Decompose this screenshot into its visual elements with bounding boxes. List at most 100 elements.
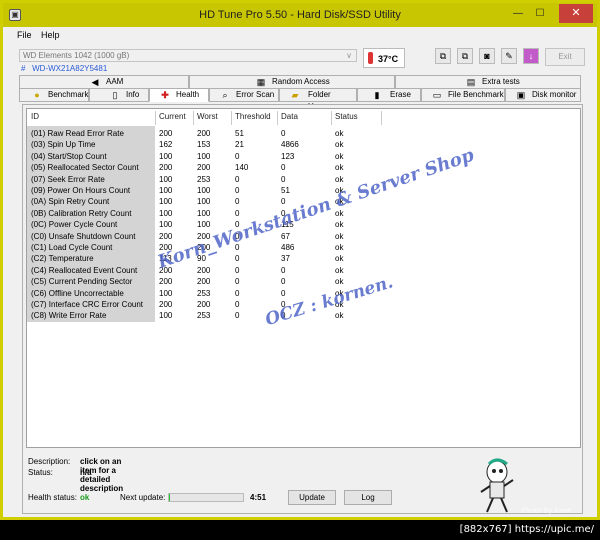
tab-random-access[interactable]: ▦ Random Access bbox=[189, 75, 395, 89]
tab-benchmark[interactable]: ● Benchmark bbox=[19, 88, 89, 102]
tab-extra-tests[interactable]: ▤ Extra tests bbox=[395, 75, 581, 89]
tab-folder-usage[interactable]: ▰ Folder Usage bbox=[279, 88, 357, 111]
tab-info[interactable]: ▯ Info bbox=[89, 88, 149, 102]
temperature-display: 37°C bbox=[363, 48, 405, 68]
tab-health[interactable]: ✚ Health bbox=[149, 88, 209, 102]
table-row[interactable]: (04) Start/Stop Count 100 100 0 123 ok bbox=[27, 151, 582, 162]
exit-button[interactable]: Exit bbox=[545, 48, 585, 66]
threshold-value: 0 bbox=[235, 288, 240, 298]
current-value: 100 bbox=[159, 208, 173, 218]
data-value: 51 bbox=[281, 186, 290, 195]
tab-disk-monitor[interactable]: ▣ Disk monitor bbox=[505, 88, 581, 102]
attribute-id: (07) Seek Error Rate bbox=[31, 174, 105, 184]
description-label: Description: bbox=[28, 457, 71, 466]
threshold-value: 140 bbox=[235, 163, 249, 173]
status-value: ok bbox=[335, 163, 344, 173]
table-row[interactable]: (09) Power On Hours Count 100 100 0 51 ok bbox=[27, 185, 582, 196]
column-header-current[interactable]: Current bbox=[159, 112, 186, 126]
drive-select[interactable]: WD Elements 1042 (1000 gB) ∨ bbox=[19, 49, 357, 62]
worst-value: 200 bbox=[197, 265, 211, 275]
minimize-icon[interactable]: — bbox=[511, 7, 525, 21]
status-value: ok bbox=[335, 129, 344, 138]
threshold-value: 0 bbox=[235, 174, 240, 184]
data-value: 37 bbox=[281, 254, 290, 264]
table-row[interactable]: (C5) Current Pending Sector 200 200 0 0 ok bbox=[27, 276, 582, 287]
table-row[interactable]: (C4) Reallocated Event Count 200 200 0 0 ok bbox=[27, 265, 582, 276]
attribute-id: (C2) Temperature bbox=[31, 254, 94, 264]
column-header-worst[interactable]: Worst bbox=[197, 112, 218, 126]
table-row[interactable]: (03) Spin Up Time 162 153 21 4866 ok bbox=[27, 139, 582, 150]
attribute-id: (03) Spin Up Time bbox=[31, 140, 96, 150]
column-header-id[interactable]: ID bbox=[31, 112, 39, 126]
current-value: 200 bbox=[159, 163, 173, 173]
attribute-id: (01) Raw Read Error Rate bbox=[31, 129, 124, 138]
copy-icon[interactable]: ⧉ bbox=[435, 48, 451, 64]
table-row[interactable]: (C6) Offline Uncorrectable 100 253 0 0 ok bbox=[27, 288, 582, 299]
window-frame: ▣ HD Tune Pro 5.50 - Hard Disk/SSD Utili… bbox=[0, 0, 600, 520]
worst-value: 200 bbox=[197, 129, 211, 138]
table-row[interactable]: (C2) Temperature 113 90 0 37 ok bbox=[27, 253, 582, 264]
table-row[interactable]: (07) Seek Error Rate 100 253 0 0 ok bbox=[27, 174, 582, 185]
status-value: ok bbox=[335, 311, 344, 321]
next-update-label: Next update: bbox=[120, 493, 166, 502]
smart-table[interactable]: ID Current Worst Threshold Data Status (… bbox=[26, 108, 581, 448]
title-bar[interactable]: ▣ HD Tune Pro 5.50 - Hard Disk/SSD Utili… bbox=[3, 3, 597, 27]
current-value: 100 bbox=[159, 311, 173, 321]
tab-row-bottom: ● Benchmark ▯ Info ✚ Health ⌕ Error Scan… bbox=[19, 88, 581, 111]
table-row[interactable]: (01) Raw Read Error Rate 200 200 51 0 ok bbox=[27, 128, 582, 139]
speaker-icon: ◀ bbox=[91, 77, 99, 87]
bulb-icon: ● bbox=[34, 90, 40, 100]
tab-error-scan[interactable]: ⌕ Error Scan bbox=[209, 88, 279, 102]
column-header-status[interactable]: Status bbox=[335, 112, 358, 126]
status-value: ok bbox=[335, 220, 344, 230]
options-icon[interactable]: ✎ bbox=[501, 48, 517, 64]
worst-value: 253 bbox=[197, 174, 211, 184]
serial-number: WD-WX21A82Y5481 bbox=[32, 64, 108, 73]
column-divider bbox=[331, 111, 332, 125]
column-divider bbox=[155, 111, 156, 125]
worst-value: 100 bbox=[197, 197, 211, 207]
column-divider bbox=[381, 111, 382, 125]
data-value: 0 bbox=[281, 288, 286, 298]
tab-file-benchmark[interactable]: ▭ File Benchmark bbox=[421, 88, 505, 102]
current-value: 100 bbox=[159, 220, 173, 230]
column-divider bbox=[277, 111, 278, 125]
table-row[interactable]: (05) Reallocated Sector Count 200 200 140 0 o… bbox=[27, 162, 582, 173]
grid-icon: ▦ bbox=[256, 77, 266, 87]
menu-bar: File Help bbox=[3, 27, 597, 43]
menu-help[interactable]: Help bbox=[41, 30, 60, 40]
column-header-data[interactable]: Data bbox=[281, 112, 298, 126]
status-value: ok bbox=[335, 174, 344, 184]
current-value: 200 bbox=[159, 231, 173, 241]
maximize-icon[interactable]: ☐ bbox=[533, 7, 547, 21]
table-row[interactable]: (C0) Unsafe Shutdown Count 200 200 0 67 ok bbox=[27, 231, 582, 242]
worst-value: 253 bbox=[197, 311, 211, 321]
tab-erase[interactable]: ▮ Erase bbox=[357, 88, 421, 102]
app-window: ▣ HD Tune Pro 5.50 - Hard Disk/SSD Utili… bbox=[3, 3, 597, 517]
worst-value: 253 bbox=[197, 288, 211, 298]
thermometer-icon bbox=[368, 52, 373, 64]
log-button[interactable]: Log bbox=[344, 490, 392, 505]
menu-file[interactable]: File bbox=[17, 30, 32, 40]
chevron-down-icon[interactable]: ∨ bbox=[346, 50, 352, 61]
status-value: ok bbox=[335, 231, 344, 241]
update-button[interactable]: Update bbox=[288, 490, 336, 505]
table-row[interactable]: (C1) Load Cycle Count 200 200 0 486 ok bbox=[27, 242, 582, 253]
current-value: 100 bbox=[159, 186, 173, 195]
data-value: 0 bbox=[281, 265, 286, 275]
health-status-value: ok bbox=[80, 493, 90, 502]
temperature-value: 37°C bbox=[378, 54, 399, 64]
status-value: ok bbox=[335, 140, 344, 150]
tab-aam[interactable]: ◀ AAM bbox=[19, 75, 189, 89]
attribute-id: (C8) Write Error Rate bbox=[31, 311, 107, 321]
status-value: n/a bbox=[80, 468, 92, 477]
camera-icon[interactable]: ◙ bbox=[479, 48, 495, 64]
next-update-progress bbox=[168, 493, 244, 502]
save-icon[interactable]: ↓ bbox=[523, 48, 539, 64]
close-button[interactable]: ✕ bbox=[559, 4, 593, 23]
copy-all-icon[interactable]: ⧉ bbox=[457, 48, 473, 64]
image-footer: [882x767] https://upic.me/ bbox=[0, 520, 600, 540]
column-header-threshold[interactable]: Threshold bbox=[235, 112, 271, 126]
threshold-value: 0 bbox=[235, 151, 240, 161]
attribute-id: (05) Reallocated Sector Count bbox=[31, 163, 139, 173]
